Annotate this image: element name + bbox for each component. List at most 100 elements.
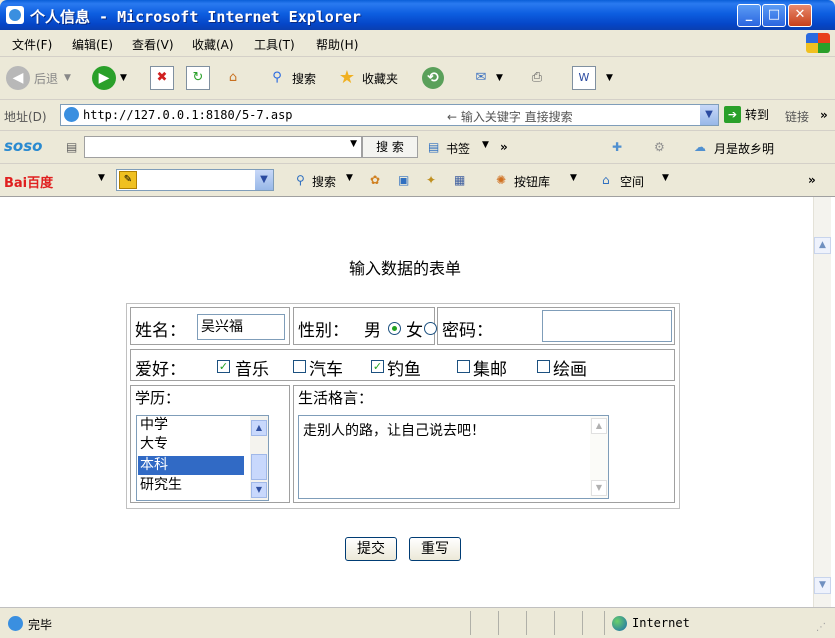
address-input[interactable]: http://127.0.0.1:8180/5-7.asp ← 输入关键字 直接… [60, 104, 719, 126]
baidu-input-dropdown-icon[interactable]: ▼ [255, 170, 273, 190]
hobby-music-checkbox[interactable]: ✓ [217, 360, 230, 373]
forward-button[interactable]: ▶ ▼ [92, 65, 127, 91]
stop-button[interactable]: ✖ [150, 65, 178, 91]
baidu-logo-dropdown-icon[interactable]: ▼ [98, 173, 105, 183]
zone-text: Internet [632, 616, 690, 630]
baidu-tieba-icon[interactable]: ✿ [370, 173, 380, 187]
history-button[interactable]: ⟲ [422, 65, 448, 91]
print-icon: ⎙ [531, 70, 543, 85]
baidu-grid-icon[interactable]: ▦ [454, 173, 465, 187]
submit-button[interactable]: 提交 [345, 537, 397, 561]
baidu-search-icon: ⚲ [296, 173, 305, 187]
page-icon [64, 107, 79, 122]
listbox-scroll-down-icon[interactable]: ▼ [251, 482, 267, 498]
textarea-scroll-up-icon[interactable]: ▲ [591, 418, 607, 434]
baidu-search-input[interactable]: ✎ ▼ [116, 169, 274, 191]
word-button[interactable]: W ▼ [572, 65, 613, 91]
word-icon: W [572, 66, 596, 90]
refresh-button[interactable]: ↻ [186, 65, 214, 91]
textarea-scrollbar[interactable]: ▲ ▼ [590, 416, 608, 498]
menu-favorites[interactable]: 收藏(A) [192, 36, 234, 53]
mail-button[interactable]: ✉ ▼ [470, 65, 503, 91]
links-chevron-icon[interactable]: » [820, 108, 828, 122]
soso-user-text[interactable]: 月是故乡明 [714, 140, 774, 157]
space-dropdown-icon[interactable]: ▼ [662, 173, 669, 183]
bookmarks-menu[interactable]: 书签 [446, 140, 470, 157]
soso-search-input[interactable]: ▼ [84, 136, 362, 158]
soso-search-button[interactable]: 搜 索 [362, 136, 418, 158]
baidu-chevron-icon[interactable]: » [808, 173, 816, 187]
reset-button[interactable]: 重写 [409, 537, 461, 561]
maximize-button[interactable]: □ [762, 4, 786, 27]
hobby-cell: 爱好： ✓ 音乐 汽车 ✓ 钓鱼 集邮 绘画 [130, 349, 675, 381]
hobby-car-checkbox[interactable] [293, 360, 306, 373]
favorites-button[interactable]: ★ 收藏夹 [336, 65, 398, 91]
minimize-button[interactable]: _ [737, 4, 761, 27]
male-radio[interactable] [388, 322, 401, 335]
baidu-search-dropdown-icon[interactable]: ▼ [346, 173, 353, 183]
soso-menu-icon[interactable]: ▤ [66, 140, 77, 154]
education-option[interactable]: 中学 [138, 416, 244, 435]
soso-plus-icon[interactable]: ✚ [612, 140, 622, 154]
windows-logo-icon [806, 33, 830, 53]
resize-grip-icon[interactable]: ⋰ [816, 622, 826, 633]
female-radio[interactable] [424, 322, 437, 335]
motto-textarea[interactable]: 走别人的路，让自己说去吧！ ▲ ▼ [298, 415, 609, 499]
print-button[interactable]: ⎙ [526, 65, 552, 91]
go-button[interactable]: ➔ 转到 [724, 106, 769, 123]
forward-arrow-icon: ▶ [92, 66, 116, 90]
listbox-scroll-thumb[interactable] [251, 454, 267, 480]
bookmarks-dropdown-icon[interactable]: ▼ [482, 140, 489, 150]
home-button[interactable]: ⌂ [222, 65, 248, 91]
space-menu[interactable]: 空间 [620, 173, 644, 190]
baidu-logo: Bai百度 [4, 176, 54, 191]
baidu-search-button[interactable]: 搜索 [312, 173, 336, 190]
education-option[interactable]: 大专 [138, 435, 244, 454]
menu-tools[interactable]: 工具(T) [254, 36, 295, 53]
motto-label: 生活格言： [298, 389, 374, 407]
go-label: 转到 [745, 108, 770, 122]
close-button[interactable]: ✕ [788, 4, 812, 27]
hobby-fishing-checkbox[interactable]: ✓ [371, 360, 384, 373]
window-title: 个人信息 - Microsoft Internet Explorer [30, 8, 361, 26]
menu-edit[interactable]: 编辑(E) [72, 36, 113, 53]
buttons-lib-dropdown-icon[interactable]: ▼ [570, 173, 577, 183]
back-button[interactable]: ◀ 后退 ▼ [6, 65, 71, 91]
textarea-scroll-down-icon[interactable]: ▼ [591, 480, 607, 496]
page-scroll-down-icon[interactable]: ▼ [814, 577, 831, 594]
internet-globe-icon [612, 616, 627, 631]
male-label: 男 [364, 321, 381, 341]
address-bar: 地址(D) http://127.0.0.1:8180/5-7.asp ← 输入… [0, 100, 835, 131]
name-input[interactable]: 吴兴福 [197, 314, 285, 340]
menu-view[interactable]: 查看(V) [132, 36, 174, 53]
address-hint: ← 输入关键字 直接搜索 [447, 110, 573, 124]
password-input[interactable] [542, 310, 672, 342]
soso-user-icon: ☁ [694, 140, 706, 154]
standard-toolbar: ◀ 后退 ▼ ▶ ▼ ✖ ↻ ⌂ ⚲ 搜索 ★ 收藏夹 ⟲ ✉ ▼ ⎙ W ▼ [0, 57, 835, 100]
hobby-car-label: 汽车 [309, 360, 343, 380]
education-option[interactable]: 研究生 [138, 476, 244, 495]
soso-more[interactable]: » [500, 140, 508, 154]
hobby-stamp-checkbox[interactable] [457, 360, 470, 373]
baidu-zhidao-icon[interactable]: ✦ [426, 173, 436, 187]
address-dropdown-icon[interactable]: ▼ [700, 105, 718, 125]
baidu-image-icon[interactable]: ▣ [398, 173, 409, 187]
hobby-painting-checkbox[interactable] [537, 360, 550, 373]
listbox-scroll-up-icon[interactable]: ▲ [251, 420, 267, 436]
page-scroll-up-icon[interactable]: ▲ [814, 237, 831, 254]
menu-file[interactable]: 文件(F) [12, 36, 52, 53]
page-scrollbar[interactable]: ▲ ▼ [813, 197, 831, 607]
education-listbox[interactable]: 中学 大专 本科 研究生 ▲ ▼ [136, 415, 269, 501]
search-button[interactable]: ⚲ 搜索 [266, 65, 316, 91]
refresh-icon: ↻ [186, 66, 210, 90]
education-option-selected[interactable]: 本科 [138, 456, 244, 475]
links-label[interactable]: 链接 [785, 108, 809, 125]
soso-settings-icon[interactable]: ⚙ [654, 140, 665, 154]
ie-page-icon [6, 6, 24, 24]
soso-dropdown-icon[interactable]: ▼ [350, 139, 357, 149]
listbox-scrollbar[interactable]: ▲ ▼ [250, 416, 268, 500]
hobby-label: 爱好： [135, 360, 186, 380]
menu-help[interactable]: 帮助(H) [316, 36, 358, 53]
address-url: http://127.0.0.1:8180/5-7.asp [83, 108, 293, 122]
buttons-lib-menu[interactable]: 按钮库 [514, 173, 550, 190]
